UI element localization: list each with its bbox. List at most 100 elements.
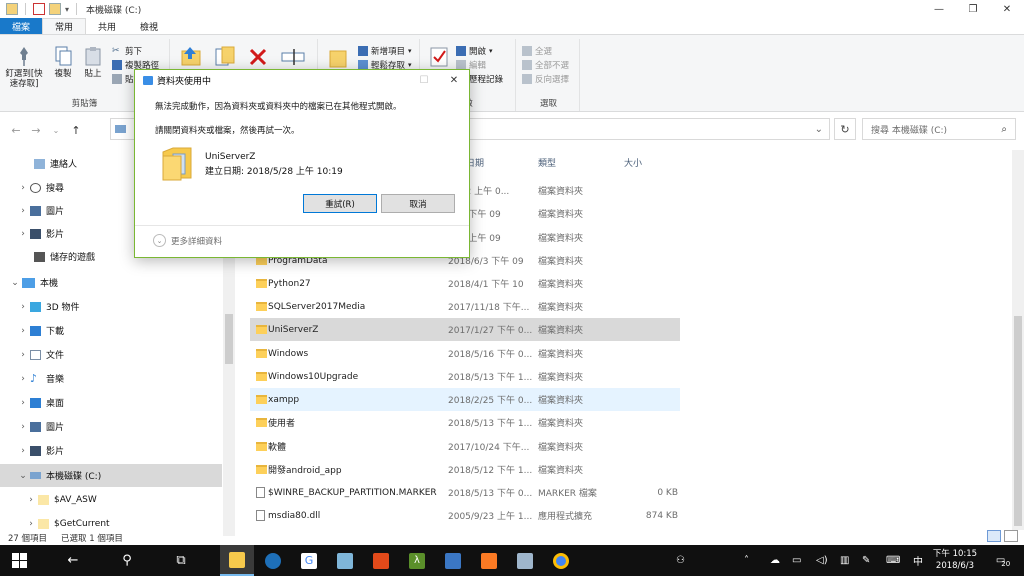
taskbar-app-media[interactable] bbox=[256, 545, 290, 576]
details-view-icon[interactable] bbox=[987, 530, 1001, 542]
back-arrow-icon[interactable]: ← bbox=[56, 545, 90, 576]
paste-button[interactable]: 貼上 bbox=[80, 45, 106, 79]
expand-arrow-icon[interactable]: › bbox=[16, 183, 30, 193]
onedrive-icon[interactable]: ☁ bbox=[770, 545, 780, 576]
open-button[interactable]: 開啟 ▾ bbox=[456, 45, 493, 57]
new-folder-icon[interactable] bbox=[328, 45, 348, 69]
customize-toolbar-icon[interactable]: ▾ bbox=[65, 5, 69, 14]
file-row-selected[interactable]: UniServerZ 2017/1/27 下午 0... 檔案資料夾 bbox=[250, 318, 680, 341]
taskbar-app-xampp[interactable] bbox=[472, 545, 506, 576]
taskbar-app-virtualbox[interactable] bbox=[436, 545, 470, 576]
close-button[interactable]: ✕ bbox=[990, 0, 1024, 18]
expand-arrow-icon[interactable]: › bbox=[16, 398, 30, 408]
rename-icon[interactable] bbox=[280, 45, 306, 69]
expand-arrow-icon[interactable]: › bbox=[24, 519, 38, 529]
column-header-size[interactable]: 大小 bbox=[624, 153, 642, 171]
expand-arrow-icon[interactable]: › bbox=[16, 446, 30, 456]
expand-arrow-icon[interactable]: › bbox=[24, 495, 38, 505]
file-row[interactable]: 使用者 2018/5/13 下午 1... 檔案資料夾 bbox=[250, 411, 680, 434]
volume-icon[interactable]: ◁) bbox=[816, 545, 828, 576]
nav-item-downloads[interactable]: › 下載 bbox=[0, 319, 222, 342]
tab-share[interactable]: 共用 bbox=[86, 18, 128, 34]
file-row-hovered[interactable]: xampp 2018/2/25 下午 0... 檔案資料夾 bbox=[250, 388, 680, 411]
move-to-icon[interactable] bbox=[178, 45, 202, 69]
taskbar-file-explorer[interactable] bbox=[220, 545, 254, 576]
power-icon[interactable]: ▭ bbox=[792, 545, 801, 576]
expand-arrow-icon[interactable]: › bbox=[16, 206, 30, 216]
pen-icon[interactable]: ✎ bbox=[862, 545, 870, 576]
cancel-button[interactable]: 取消 bbox=[381, 194, 455, 213]
file-row[interactable]: Windows10Upgrade 2018/5/13 下午 1... 檔案資料夾 bbox=[250, 365, 680, 388]
expand-arrow-icon[interactable]: › bbox=[16, 326, 30, 336]
expand-arrow-icon[interactable]: › bbox=[16, 302, 30, 312]
new-folder-icon[interactable] bbox=[49, 3, 61, 15]
taskbar-app-lambda[interactable]: λ bbox=[400, 545, 434, 576]
notification-center-button[interactable]: ▭ 20 bbox=[990, 549, 1016, 571]
expand-arrow-icon[interactable]: › bbox=[16, 229, 30, 239]
tray-chevron-icon[interactable]: ˄ bbox=[744, 545, 749, 576]
minimize-button[interactable]: — bbox=[922, 0, 956, 18]
select-none-button[interactable]: 全部不選 bbox=[522, 59, 569, 71]
file-row[interactable]: Python27 2018/4/1 下午 10 檔案資料夾 bbox=[250, 272, 680, 295]
more-details-toggle[interactable]: ⌄ 更多詳細資料 bbox=[153, 234, 222, 247]
properties-icon[interactable] bbox=[33, 3, 45, 15]
search-input[interactable]: 搜尋 本機磁碟 (C:) ⌕ bbox=[862, 118, 1016, 140]
taskbar-app-notes[interactable] bbox=[328, 545, 362, 576]
delete-icon[interactable] bbox=[248, 47, 268, 67]
pin-quick-access-button[interactable]: 釘選到[快速存取] bbox=[4, 45, 44, 89]
people-icon[interactable]: ⚇ bbox=[676, 545, 685, 576]
clock[interactable]: 下午 10:15 2018/6/3 bbox=[928, 548, 982, 572]
nav-item-this-pc[interactable]: ⌄ 本機 bbox=[0, 271, 222, 294]
file-row[interactable]: 開發android_app 2018/5/12 下午 1... 檔案資料夾 bbox=[250, 458, 680, 481]
expand-arrow-icon[interactable]: › bbox=[16, 350, 30, 360]
tab-home[interactable]: 常用 bbox=[42, 18, 87, 34]
address-dropdown-icon[interactable]: ⌄ bbox=[815, 124, 823, 135]
new-item-button[interactable]: 新增項目 ▾ bbox=[358, 45, 412, 57]
large-icons-view-icon[interactable] bbox=[1004, 530, 1018, 542]
taskbar-app-network[interactable] bbox=[364, 545, 398, 576]
column-header-type[interactable]: 類型 bbox=[538, 153, 556, 171]
task-view-icon[interactable]: ⧉ bbox=[164, 545, 198, 576]
paste-shortcut-button[interactable]: 貼 bbox=[112, 73, 134, 85]
nav-item-av-asw[interactable]: › $AV_ASW bbox=[0, 488, 222, 511]
nav-item-local-disk-c[interactable]: ⌄ 本機磁碟 (C:) bbox=[0, 464, 222, 487]
recent-locations-chevron-icon[interactable]: ⌄ bbox=[46, 126, 66, 135]
search-icon[interactable]: ⚲ bbox=[110, 545, 144, 576]
start-button[interactable] bbox=[2, 545, 36, 576]
up-arrow-icon[interactable]: ↑ bbox=[66, 124, 86, 137]
collapse-arrow-icon[interactable]: ⌄ bbox=[16, 471, 30, 481]
dialog-close-button[interactable]: ✕ bbox=[439, 70, 469, 90]
nav-item-documents[interactable]: › 文件 bbox=[0, 343, 222, 366]
scrollbar-thumb[interactable] bbox=[1014, 316, 1022, 526]
taskbar-app-explorer-2[interactable] bbox=[508, 545, 542, 576]
file-row[interactable]: Windows 2018/5/16 下午 0... 檔案資料夾 bbox=[250, 342, 680, 365]
file-row[interactable]: msdia80.dll 2005/9/23 上午 1... 應用程式擴充 874 KB bbox=[250, 504, 680, 527]
expand-arrow-icon[interactable]: › bbox=[16, 374, 30, 384]
nav-item-3d-objects[interactable]: › 3D 物件 bbox=[0, 295, 222, 318]
network-icon[interactable]: ▥ bbox=[840, 545, 849, 576]
properties-icon[interactable] bbox=[428, 45, 450, 69]
cut-button[interactable]: ✂ 剪下 bbox=[112, 45, 142, 57]
forward-arrow-icon[interactable]: → bbox=[26, 124, 46, 137]
file-list-scrollbar[interactable] bbox=[1012, 150, 1024, 530]
nav-item-music[interactable]: › ♪ 音樂 bbox=[0, 367, 222, 390]
file-row[interactable]: $WINRE_BACKUP_PARTITION.MARKER 2018/5/13 … bbox=[250, 481, 680, 504]
collapse-arrow-icon[interactable]: ⌄ bbox=[8, 278, 22, 288]
select-all-button[interactable]: 全選 bbox=[522, 45, 552, 57]
copy-button[interactable]: 複製 bbox=[50, 45, 76, 79]
taskbar-app-chrome[interactable] bbox=[544, 545, 578, 576]
tab-file[interactable]: 檔案 bbox=[0, 18, 43, 34]
retry-button[interactable]: 重試(R) bbox=[303, 194, 377, 213]
nav-item-pictures-2[interactable]: › 圖片 bbox=[0, 415, 222, 438]
back-arrow-icon[interactable]: ← bbox=[6, 124, 26, 137]
nav-item-videos-2[interactable]: › 影片 bbox=[0, 439, 222, 462]
taskbar-app-google[interactable]: G bbox=[292, 545, 326, 576]
maximize-button[interactable]: ❐ bbox=[956, 0, 990, 18]
tab-view[interactable]: 檢視 bbox=[128, 18, 170, 34]
copy-to-icon[interactable] bbox=[212, 45, 236, 69]
refresh-button[interactable]: ↻ bbox=[834, 118, 856, 140]
invert-selection-button[interactable]: 反向選擇 bbox=[522, 73, 569, 85]
scrollbar-thumb[interactable] bbox=[225, 314, 233, 364]
file-row[interactable]: SQLServer2017Media 2017/11/18 下午... 檔案資料夾 bbox=[250, 295, 680, 318]
file-row[interactable]: 軟體 2017/10/24 下午... 檔案資料夾 bbox=[250, 435, 680, 458]
